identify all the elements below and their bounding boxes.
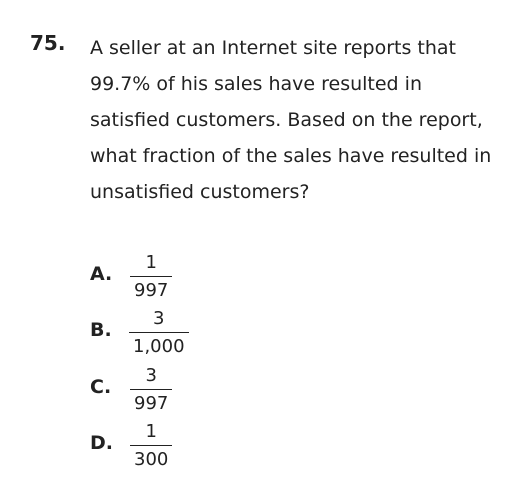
fraction: 1 997: [130, 252, 173, 302]
fraction-bar: [130, 389, 173, 390]
numerator: 1: [145, 252, 157, 273]
answer-choice-a[interactable]: A. 1 997: [90, 252, 230, 302]
answer-choice-b[interactable]: B. 3 1,000: [90, 308, 230, 358]
denominator: 1,000: [133, 336, 185, 357]
fraction: 3 1,000: [129, 308, 189, 358]
question-text-line: 99.7% of his sales have resulted in: [90, 73, 422, 95]
numerator: 3: [145, 365, 157, 386]
fraction: 3 997: [130, 365, 173, 415]
fraction: 1 300: [130, 421, 173, 471]
numerator: 1: [145, 421, 157, 442]
denominator: 997: [134, 280, 169, 301]
question-stem: A seller at an Internet site reports tha…: [90, 30, 515, 210]
question-text-line: what fraction of the sales have resulted…: [90, 145, 492, 167]
fraction-bar: [130, 276, 173, 277]
denominator: 997: [134, 393, 169, 414]
numerator: 3: [153, 308, 165, 329]
choice-letter: A.: [90, 263, 113, 285]
fraction-bar: [129, 332, 189, 333]
question-number: 75.: [30, 31, 66, 55]
denominator: 300: [134, 449, 169, 470]
question-text-line: A seller at an Internet site reports tha…: [90, 37, 456, 59]
choice-letter: B.: [90, 319, 112, 341]
fraction-bar: [130, 445, 173, 446]
answer-choice-d[interactable]: D. 1 300: [90, 421, 230, 471]
question-text-line: satisfied customers. Based on the report…: [90, 109, 483, 131]
answer-choice-c[interactable]: C. 3 997: [90, 365, 230, 415]
choice-letter: C.: [90, 376, 112, 398]
question-text-line: unsatisfied customers?: [90, 181, 310, 203]
choice-letter: D.: [90, 432, 113, 454]
